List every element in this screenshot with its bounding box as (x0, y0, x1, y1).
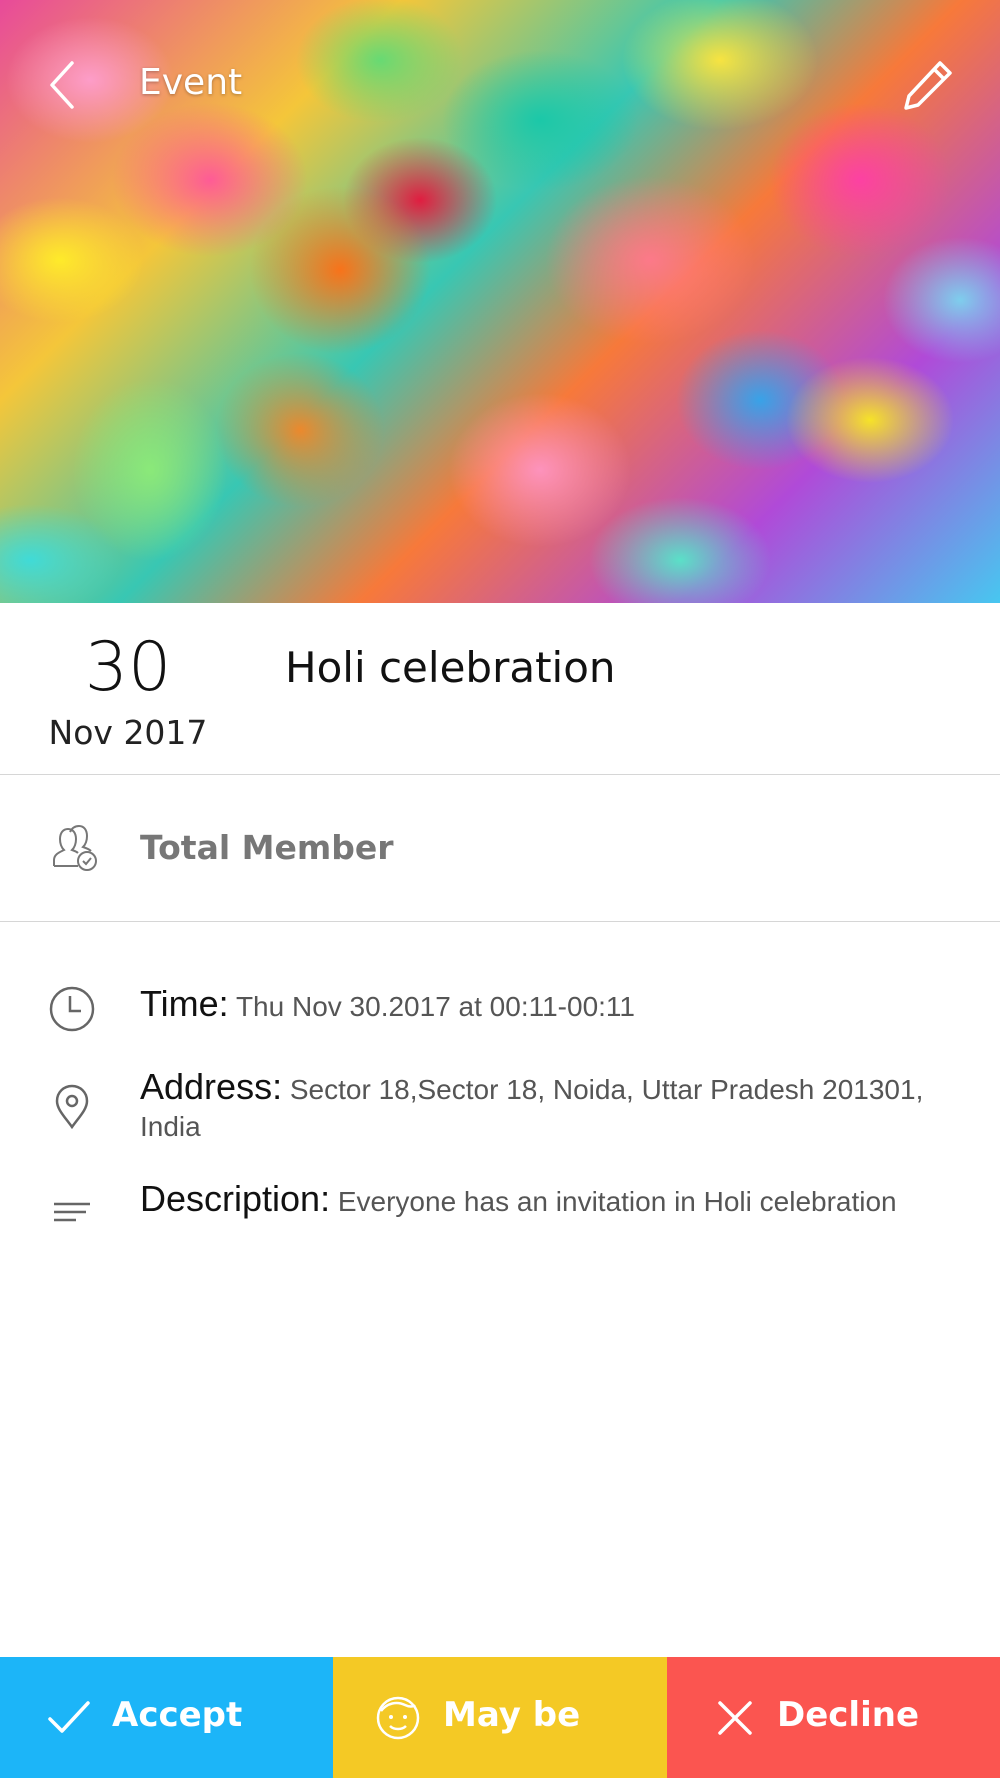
maybe-button[interactable]: May be (333, 1657, 667, 1778)
description-value: Everyone has an invitation in Holi celeb… (337, 1186, 897, 1217)
rsvp-actions: Accept May be Decline (0, 1657, 1000, 1778)
maybe-label: May be (443, 1695, 581, 1735)
time-text: Time: Thu Nov 30.2017 at 00:11-00:11 (140, 985, 970, 1025)
address-key: Address: (140, 1066, 283, 1107)
edit-button[interactable] (900, 55, 956, 115)
group-check-icon (53, 824, 97, 871)
accept-label: Accept (112, 1695, 243, 1735)
close-icon (718, 1701, 752, 1735)
pencil-icon (904, 61, 952, 110)
page-title: Event (139, 62, 243, 103)
checkmark-icon (48, 1701, 90, 1733)
accept-button[interactable]: Accept (0, 1657, 333, 1778)
event-title: Holi celebration (285, 643, 616, 692)
time-value: Thu Nov 30.2017 at 00:11-00:11 (235, 991, 635, 1022)
time-key: Time: (140, 983, 229, 1024)
event-month-year: Nov 2017 (48, 713, 208, 752)
chevron-left-icon (50, 61, 74, 109)
clock-icon (49, 986, 95, 1032)
face-icon (376, 1696, 420, 1740)
total-member-row[interactable]: Total Member (0, 776, 1000, 922)
decline-label: Decline (777, 1695, 920, 1735)
description-key: Description: (140, 1178, 331, 1219)
description-text: Description: Everyone has an invitation … (140, 1180, 970, 1220)
decline-button[interactable]: Decline (667, 1657, 1000, 1778)
event-day: 30 (84, 628, 172, 707)
address-text: Address: Sector 18,Sector 18, Noida, Utt… (140, 1068, 970, 1145)
event-summary: 30 Nov 2017 Holi celebration (0, 603, 1000, 775)
top-bar: Event (0, 0, 1000, 170)
total-member-label: Total Member (140, 828, 394, 867)
location-pin-icon (55, 1084, 89, 1130)
description-lines-icon (54, 1202, 90, 1222)
back-button[interactable] (40, 55, 90, 115)
